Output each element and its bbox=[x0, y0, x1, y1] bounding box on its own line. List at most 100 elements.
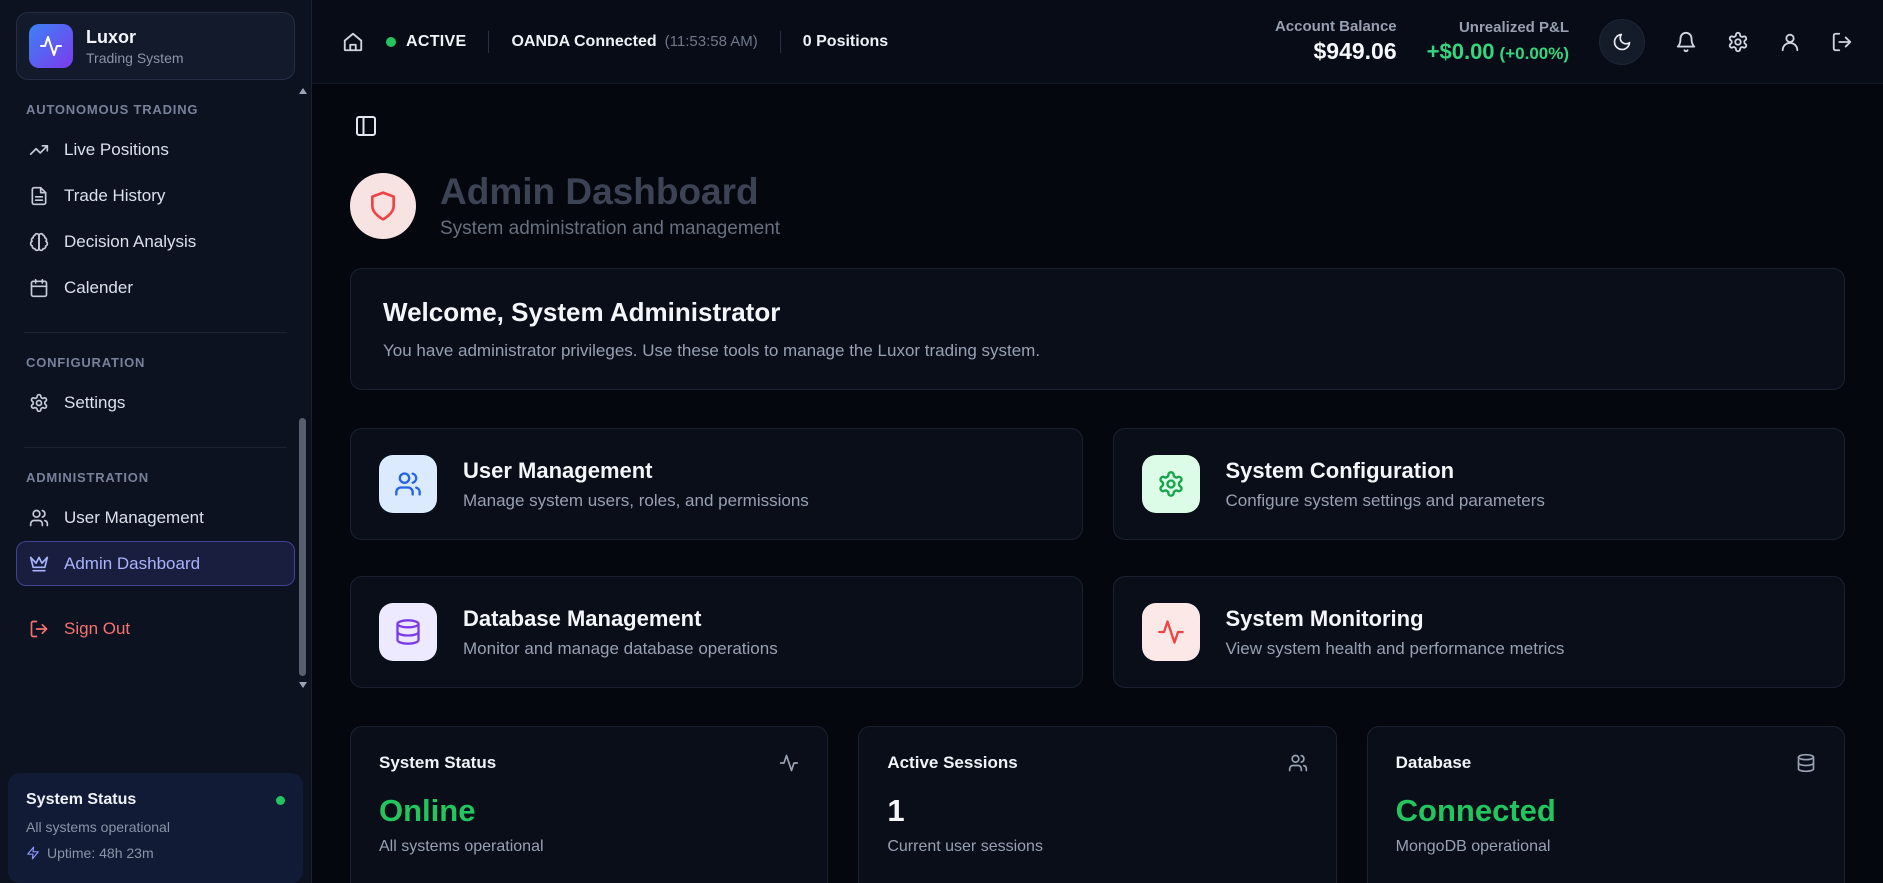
welcome-card: Welcome, System Administrator You have a… bbox=[350, 268, 1845, 390]
gear-icon bbox=[1141, 455, 1200, 513]
stat-label: Database bbox=[1395, 753, 1472, 772]
app-subtitle: Trading System bbox=[86, 49, 184, 66]
status-card-title: System Status bbox=[26, 791, 137, 808]
stats-grid: System Status Online All systems operati… bbox=[350, 726, 1845, 883]
stat-sub: Current user sessions bbox=[887, 838, 1043, 855]
sidebar-item-trade-history[interactable]: Trade History bbox=[16, 173, 295, 218]
account-balance-label: Account Balance bbox=[1274, 18, 1397, 35]
status-card-line: All systems operational bbox=[26, 819, 170, 835]
sidebar-item-live-positions[interactable]: Live Positions bbox=[16, 127, 295, 172]
welcome-body: You have administrator privileges. Use t… bbox=[383, 341, 1041, 360]
zap-icon bbox=[27, 846, 39, 860]
section-label-autonomous-trading: AUTONOMOUS TRADING bbox=[26, 102, 199, 117]
sidebar-toggle-button[interactable] bbox=[350, 110, 382, 142]
pnl-value: +$0.00 bbox=[1426, 38, 1495, 64]
system-status-card: System Status All systems operational Up… bbox=[8, 773, 303, 883]
broker-time: (11:53:58 AM) bbox=[664, 32, 758, 50]
log-out-icon bbox=[1832, 32, 1852, 51]
card-description: Configure system settings and parameters bbox=[1225, 490, 1545, 510]
users-icon bbox=[379, 455, 437, 513]
sidebar-item-user-management[interactable]: User Management bbox=[16, 495, 295, 540]
page-title: Admin Dashboard bbox=[440, 171, 759, 212]
panel-left-icon bbox=[356, 116, 376, 136]
pnl-label: Unrealized P&L bbox=[1458, 18, 1569, 36]
logout-button[interactable] bbox=[1831, 31, 1853, 53]
card-title: System Configuration bbox=[1225, 457, 1455, 483]
stat-card-system-status: System Status Online All systems operati… bbox=[350, 726, 829, 883]
header-divider bbox=[488, 30, 490, 53]
stat-card-database: Database Connected MongoDB operational bbox=[1366, 726, 1845, 883]
profile-button[interactable] bbox=[1779, 31, 1801, 53]
sidebar: Luxor Trading System AUTONOMOUS TRADING … bbox=[0, 0, 312, 883]
active-label: ACTIVE bbox=[406, 32, 467, 50]
crown-icon bbox=[29, 556, 49, 571]
scrollbar-thumb[interactable] bbox=[299, 418, 306, 676]
sidebar-scrollbar[interactable] bbox=[298, 88, 308, 688]
calendar-icon bbox=[30, 278, 48, 297]
sign-out-button[interactable]: Sign Out bbox=[16, 606, 295, 651]
gear-icon bbox=[1728, 31, 1748, 52]
stat-value: 1 bbox=[887, 793, 905, 828]
card-user-management[interactable]: User Management Manage system users, rol… bbox=[350, 428, 1083, 540]
activity-icon bbox=[1141, 603, 1200, 661]
stat-value: Online bbox=[379, 793, 476, 828]
card-system-monitoring[interactable]: System Monitoring View system health and… bbox=[1112, 576, 1845, 688]
card-title: User Management bbox=[463, 457, 653, 483]
section-label-administration: ADMINISTRATION bbox=[26, 470, 149, 485]
uptime-label: Uptime: 48h 23m bbox=[47, 845, 154, 861]
sidebar-item-label: Decision Analysis bbox=[64, 231, 197, 251]
logo-text: Luxor Trading System bbox=[86, 27, 184, 66]
sidebar-item-decision-analysis[interactable]: Decision Analysis bbox=[16, 219, 295, 264]
header-divider bbox=[779, 30, 781, 53]
sidebar-item-admin-dashboard[interactable]: Admin Dashboard bbox=[16, 541, 295, 586]
sidebar-item-calendar[interactable]: Calender bbox=[16, 265, 295, 310]
pnl-percent: (+0.00%) bbox=[1499, 43, 1569, 63]
sidebar-item-settings[interactable]: Settings bbox=[16, 380, 295, 425]
file-text-icon bbox=[31, 186, 47, 205]
sign-out-label: Sign Out bbox=[64, 618, 131, 638]
page-header: Admin Dashboard System administration an… bbox=[350, 171, 1845, 240]
bell-icon bbox=[1676, 31, 1696, 52]
active-green-dot bbox=[386, 36, 396, 47]
sidebar-nav: AUTONOMOUS TRADING Live Positions Trade … bbox=[0, 86, 311, 765]
card-system-configuration[interactable]: System Configuration Configure system se… bbox=[1112, 428, 1845, 540]
card-database-management[interactable]: Database Management Monitor and manage d… bbox=[350, 576, 1083, 688]
section-label-configuration: CONFIGURATION bbox=[26, 355, 146, 370]
stat-label: Active Sessions bbox=[887, 753, 1018, 772]
sidebar-divider bbox=[24, 447, 287, 448]
users-icon bbox=[29, 509, 49, 526]
welcome-title: Welcome, System Administrator bbox=[383, 297, 781, 327]
stat-sub: All systems operational bbox=[379, 838, 544, 855]
broker-status: OANDA Connected (11:53:58 AM) bbox=[511, 33, 757, 51]
card-title: System Monitoring bbox=[1225, 605, 1424, 631]
positions-count: 0 Positions bbox=[802, 32, 889, 50]
scroll-up-arrow-icon[interactable] bbox=[299, 88, 307, 94]
stat-sub: MongoDB operational bbox=[1395, 838, 1551, 855]
sidebar-item-label: User Management bbox=[64, 507, 204, 527]
status-green-dot bbox=[276, 795, 285, 805]
scroll-down-arrow-icon[interactable] bbox=[299, 682, 307, 688]
account-balance: Account Balance $949.06 bbox=[1275, 18, 1397, 65]
theme-toggle-button[interactable] bbox=[1599, 18, 1645, 65]
admin-tools-grid: User Management Manage system users, rol… bbox=[350, 428, 1845, 688]
home-button[interactable] bbox=[342, 31, 364, 53]
status-card-uptime: Uptime: 48h 23m bbox=[26, 845, 285, 861]
gear-icon bbox=[30, 393, 48, 412]
page-subtitle: System administration and management bbox=[440, 218, 781, 239]
settings-button[interactable] bbox=[1727, 31, 1749, 53]
sidebar-item-label: Calender bbox=[64, 277, 133, 297]
app-logo[interactable]: Luxor Trading System bbox=[16, 12, 295, 80]
users-icon bbox=[1288, 754, 1307, 772]
database-icon bbox=[379, 603, 437, 661]
trending-up-icon bbox=[29, 144, 49, 155]
app-title: Luxor bbox=[86, 26, 137, 47]
moon-icon bbox=[1613, 33, 1631, 50]
admin-shield-avatar bbox=[350, 172, 416, 239]
stat-card-active-sessions: Active Sessions 1 Current user sessions bbox=[858, 726, 1337, 883]
log-out-icon bbox=[30, 620, 48, 637]
card-description: Manage system users, roles, and permissi… bbox=[463, 490, 809, 510]
brain-icon bbox=[29, 232, 49, 251]
system-active-status: ACTIVE bbox=[386, 33, 466, 51]
notifications-button[interactable] bbox=[1675, 31, 1697, 53]
sidebar-item-label: Admin Dashboard bbox=[64, 553, 201, 573]
